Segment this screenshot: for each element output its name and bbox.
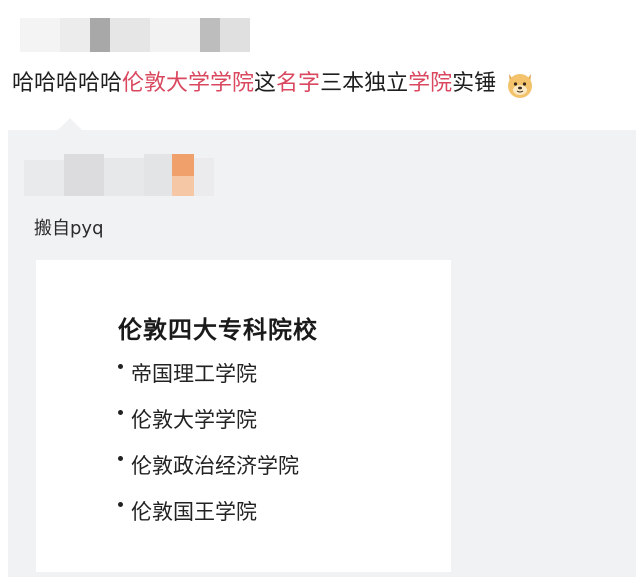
list-item-label: 帝国理工学院: [131, 362, 257, 386]
repost-author-blurred[interactable]: [24, 154, 214, 198]
repost-source-text: 搬自pyq: [34, 218, 104, 239]
list-item: 伦敦国王学院: [118, 496, 257, 526]
post-segment-highlight: 学院: [408, 71, 453, 96]
post-segment: 哈哈哈哈哈: [12, 71, 123, 96]
list-item-label: 伦敦大学学院: [131, 408, 257, 432]
bullet-icon: [118, 456, 123, 461]
repost-pointer: [58, 118, 82, 130]
list-item: 帝国理工学院: [118, 358, 257, 388]
post-segment: 实锤: [452, 71, 497, 96]
post-segment-highlight: 伦敦大学学院: [122, 71, 255, 96]
bullet-icon: [118, 364, 123, 369]
author-name-blurred[interactable]: [0, 18, 320, 54]
list-item-label: 伦敦政治经济学院: [131, 454, 299, 478]
post-segment: 三本独立: [320, 71, 409, 96]
list-item-label: 伦敦国王学院: [131, 500, 257, 524]
post-segment: 这: [254, 71, 277, 96]
image-card[interactable]: 伦敦四大专科院校 帝国理工学院 伦敦大学学院 伦敦政治经济学院 伦敦国王学院: [36, 260, 451, 572]
dog-face-icon: [504, 68, 536, 100]
bullet-icon: [118, 410, 123, 415]
repost-panel[interactable]: 搬自pyq 伦敦四大专科院校 帝国理工学院 伦敦大学学院 伦敦政治经济学院 伦敦…: [8, 118, 636, 577]
list-item: 伦敦大学学院: [118, 404, 257, 434]
post-segment-highlight: 名字: [276, 71, 321, 96]
card-title: 伦敦四大专科院校: [118, 316, 318, 344]
post-text: 哈哈哈哈哈 伦敦大学学院 这 名字 三本独立 学院 实锤: [12, 66, 632, 102]
bullet-icon: [118, 502, 123, 507]
list-item: 伦敦政治经济学院: [118, 450, 299, 480]
